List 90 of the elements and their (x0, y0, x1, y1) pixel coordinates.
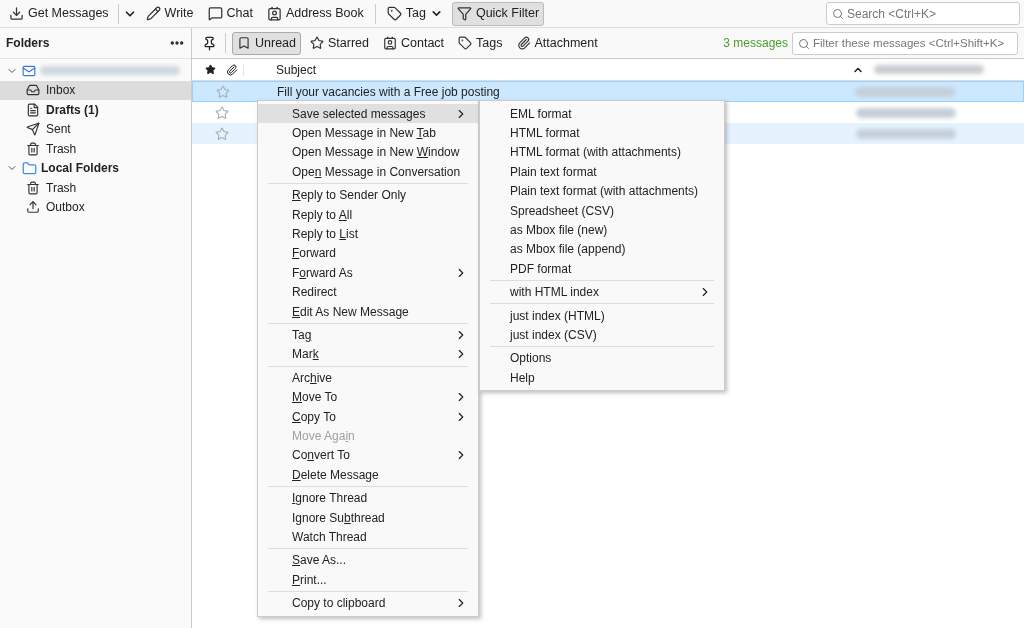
filter-field[interactable]: Filter these messages <Ctrl+Shift+K> (792, 31, 1018, 55)
inbox-icon (26, 83, 40, 98)
folder-group-label[interactable]: Local Folders (41, 159, 120, 178)
menu-item[interactable]: Open Message in New Window (258, 142, 478, 163)
attachment-column-icon[interactable] (225, 63, 238, 76)
menu-item[interactable]: PDF format (480, 259, 724, 279)
tag-icon (458, 36, 473, 50)
account-icon (22, 63, 36, 78)
menu-item[interactable]: Plain text format (with attachments) (480, 181, 724, 201)
menu-item[interactable]: HTML format (480, 123, 724, 143)
filter-toggle-button[interactable]: Tags (453, 31, 508, 55)
toolbar-button[interactable]: Get Messages (4, 1, 114, 26)
pencil-icon (145, 6, 161, 21)
menu-item[interactable]: Reply to Sender Only (258, 185, 478, 205)
filter-toggle-button[interactable]: Contact (378, 31, 450, 55)
folder-item[interactable]: Sent (0, 119, 191, 139)
filter-toggle-button[interactable]: Unread (232, 31, 301, 55)
menu-item[interactable]: Archive (258, 368, 478, 388)
star-icon[interactable] (215, 105, 229, 120)
download-icon (9, 6, 24, 21)
outbox-icon (26, 200, 40, 215)
menu-item[interactable]: Forward As (258, 263, 478, 283)
menu-item[interactable]: Mark (258, 344, 478, 365)
menu-item[interactable]: Copy to clipboard (258, 593, 478, 613)
column-header[interactable]: Subject (276, 60, 317, 79)
menu-item[interactable]: Options (480, 348, 724, 369)
search-icon (832, 8, 844, 20)
menu-item[interactable]: Reply to List (258, 224, 478, 244)
menu-item[interactable]: Edit As New Message (258, 301, 478, 322)
send-icon (26, 122, 40, 137)
folder-item[interactable]: Trash (0, 178, 191, 198)
menu-item[interactable]: HTML format (with attachments) (480, 142, 724, 163)
chat-icon (207, 6, 223, 21)
menu-item[interactable]: Help (480, 368, 724, 388)
folder-icon (22, 160, 37, 176)
menu-item[interactable]: Convert To (258, 445, 478, 466)
message-row[interactable]: Fill your vacancies with a Free job posting (192, 81, 1024, 102)
menu-item[interactable]: Ignore Thread (258, 488, 478, 508)
toolbar-button[interactable]: Quick Filter (451, 1, 545, 26)
menu-item[interactable]: Plain text format (480, 162, 724, 182)
trash-icon (26, 141, 40, 156)
folder-item[interactable]: Inbox (0, 80, 191, 100)
menu-item[interactable]: Open Message in Conversation (258, 162, 478, 182)
filter-toggle-button[interactable]: Starred (305, 31, 374, 55)
menu-item[interactable]: Print... (258, 570, 478, 590)
menu-item[interactable]: Move To (258, 387, 478, 407)
menu-item[interactable]: Reply to All (258, 204, 478, 225)
filter-toggle-button[interactable]: Attachment (511, 31, 603, 55)
pin-icon[interactable] (202, 35, 217, 51)
menu-item[interactable]: Forward (258, 243, 478, 264)
menu-item[interactable]: just index (CSV) (480, 325, 724, 345)
tag-icon (386, 6, 402, 21)
star-icon (310, 36, 324, 50)
menu-item[interactable]: Tag (258, 325, 478, 345)
star-icon[interactable] (216, 84, 230, 99)
pane-title: Folders (6, 35, 50, 52)
bookmark-icon (237, 36, 251, 50)
menu-item[interactable]: Ignore Subthread (258, 507, 478, 528)
contact-card-icon (383, 36, 397, 50)
star-column-icon[interactable] (204, 64, 216, 75)
message-count: 3 messages (723, 35, 788, 52)
toolbar-button[interactable]: Tag (381, 1, 448, 26)
menu-item[interactable]: Redirect (258, 282, 478, 302)
menu-item[interactable]: as Mbox file (append) (480, 239, 724, 260)
star-icon[interactable] (215, 126, 229, 141)
menu-item[interactable]: Copy To (258, 406, 478, 427)
toolbar-button[interactable]: Chat (202, 1, 258, 26)
filter-icon (456, 6, 472, 21)
menu-item[interactable]: just index (HTML) (480, 305, 724, 326)
folder-item[interactable]: Trash (0, 139, 191, 159)
menu-item[interactable]: Spreadsheet (CSV) (480, 200, 724, 221)
paperclip-icon (516, 36, 531, 50)
search-icon (798, 37, 810, 50)
toolbar-button[interactable]: Write (140, 1, 199, 26)
menu-item[interactable]: Save As... (258, 550, 478, 570)
address-book-icon (266, 6, 282, 21)
menu-item[interactable]: Save selected messages (258, 104, 478, 124)
search-field[interactable]: Search <Ctrl+K> (826, 2, 1020, 25)
folder-item[interactable]: Drafts (1) (0, 100, 191, 120)
document-icon (26, 102, 40, 117)
message-subject: Fill your vacancies with a Free job posting (277, 83, 500, 101)
menu-item[interactable]: with HTML index (480, 282, 724, 302)
folder-item[interactable]: Outbox (0, 197, 191, 217)
trash-icon (26, 180, 40, 195)
menu-item[interactable]: Open Message in New Tab (258, 123, 478, 143)
menu-item[interactable]: Watch Thread (258, 527, 478, 547)
toolbar-button[interactable]: Address Book (261, 1, 369, 26)
menu-item[interactable]: as Mbox file (new) (480, 220, 724, 240)
menu-item[interactable]: EML format (480, 104, 724, 124)
menu-item[interactable]: Delete Message (258, 465, 478, 485)
